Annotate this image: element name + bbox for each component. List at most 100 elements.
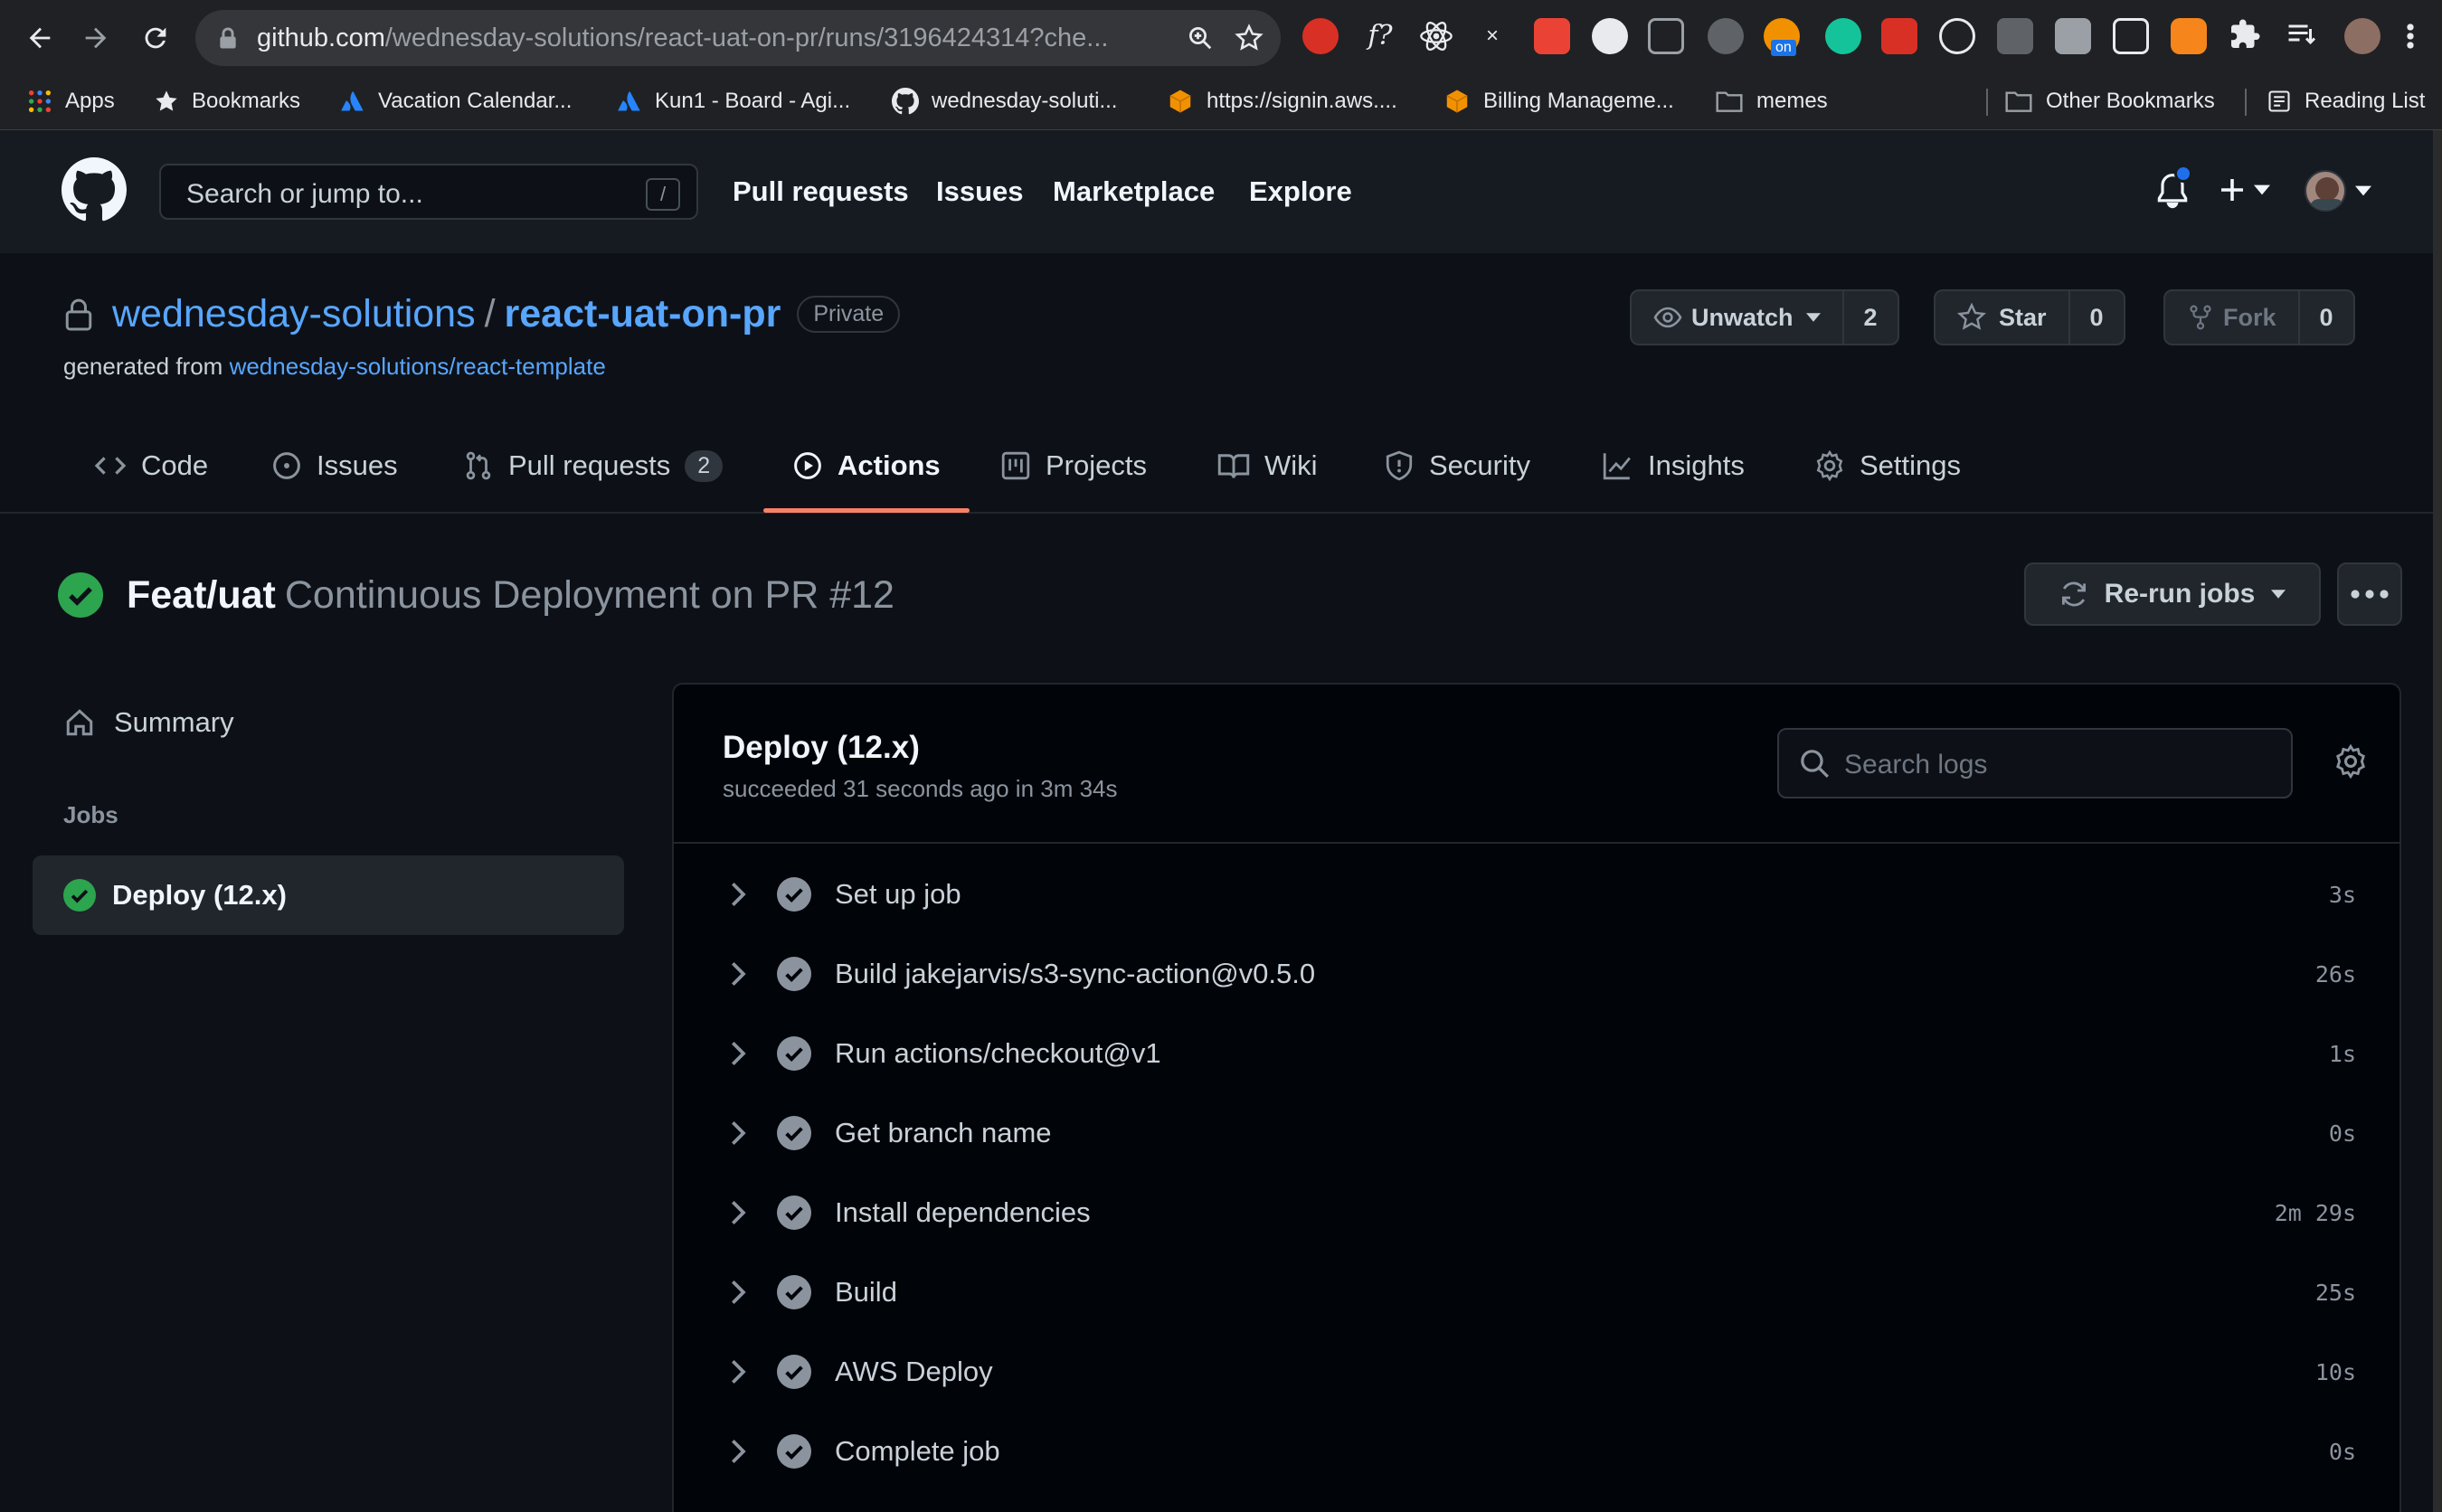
bookmark-memes[interactable]: memes bbox=[1715, 83, 1828, 119]
template-repo-link[interactable]: wednesday-solutions/react-template bbox=[230, 353, 606, 380]
rerun-jobs-button[interactable]: Re-run jobs bbox=[2024, 562, 2321, 626]
bookmark-kun1-board[interactable]: Kun1 - Board - Agi... bbox=[617, 83, 850, 119]
nav-pull-requests[interactable]: Pull requests bbox=[733, 175, 909, 208]
tab-wiki[interactable]: Wiki bbox=[1217, 436, 1318, 496]
bookmark-aws-signin[interactable]: https://signin.aws.... bbox=[1167, 83, 1397, 119]
chevron-right-icon bbox=[732, 1360, 746, 1384]
tab-code[interactable]: Code bbox=[94, 436, 208, 496]
bookmark-other-bookmarks[interactable]: Other Bookmarks bbox=[2004, 83, 2215, 119]
bookmark-apps[interactable]: Apps bbox=[27, 83, 115, 119]
bookmark-wednesday-solutions[interactable]: wednesday-soluti... bbox=[892, 83, 1117, 119]
search-icon bbox=[1801, 750, 1830, 779]
log-step[interactable]: Install dependencies 2m 29s bbox=[674, 1173, 2399, 1252]
extensions-puzzle-icon[interactable] bbox=[2229, 18, 2265, 54]
log-step[interactable]: Complete job 0s bbox=[674, 1412, 2399, 1491]
star-button-group: Star 0 bbox=[1934, 289, 2125, 345]
bookmark-star-icon[interactable] bbox=[1234, 23, 1264, 53]
log-step[interactable]: Run actions/checkout@v1 1s bbox=[674, 1014, 2399, 1093]
step-success-icon bbox=[777, 1275, 811, 1309]
bookmark-bookmarks[interactable]: Bookmarks bbox=[154, 83, 300, 119]
run-description: Continuous Deployment on PR #12 bbox=[284, 572, 894, 617]
atlassian-icon bbox=[341, 91, 364, 111]
run-branch: Feat/uat bbox=[127, 572, 276, 617]
create-new-button[interactable] bbox=[2218, 175, 2270, 204]
step-success-icon bbox=[777, 877, 811, 912]
extension-lastpass-icon[interactable] bbox=[1881, 18, 1917, 54]
extension-incognito-icon[interactable] bbox=[1708, 18, 1744, 54]
pull-requests-counter: 2 bbox=[685, 449, 724, 482]
watch-count[interactable]: 2 bbox=[1841, 291, 1898, 344]
star-button[interactable]: Star bbox=[1936, 291, 2068, 344]
tab-projects[interactable]: Projects bbox=[1000, 436, 1147, 496]
bookmark-reading-list[interactable]: Reading List bbox=[2267, 83, 2425, 119]
star-count[interactable]: 0 bbox=[2068, 291, 2124, 344]
bookmark-vacation-calendar[interactable]: Vacation Calendar... bbox=[340, 83, 572, 119]
bookmark-billing-management[interactable]: Billing Manageme... bbox=[1443, 83, 1674, 119]
unwatch-button[interactable]: Unwatch bbox=[1632, 291, 1842, 344]
active-tab-indicator bbox=[763, 508, 970, 513]
tab-security[interactable]: Security bbox=[1384, 436, 1530, 496]
chevron-right-icon bbox=[732, 1201, 746, 1224]
tab-issues[interactable]: Issues bbox=[271, 436, 398, 496]
chevron-right-icon bbox=[732, 962, 746, 986]
fork-button[interactable]: Fork bbox=[2165, 291, 2298, 344]
bookmarks-divider bbox=[1986, 89, 1988, 116]
extension-puzzle-app-icon[interactable] bbox=[2055, 18, 2091, 54]
repo-owner-link[interactable]: wednesday-solutions bbox=[112, 292, 476, 336]
extension-circle-icon[interactable] bbox=[1592, 18, 1628, 54]
extension-target-icon[interactable] bbox=[1939, 18, 1975, 54]
chevron-right-icon bbox=[732, 1440, 746, 1463]
extension-code-icon[interactable] bbox=[1997, 18, 2033, 54]
sidebar-job-deploy[interactable]: Deploy (12.x) bbox=[33, 855, 624, 935]
window-scrollbar[interactable] bbox=[2433, 130, 2442, 1512]
extension-react-icon[interactable] bbox=[1418, 18, 1454, 54]
log-step[interactable]: Build jakejarvis/s3-sync-action@v0.5.0 2… bbox=[674, 934, 2399, 1014]
global-search-input[interactable]: Search or jump to... / bbox=[159, 164, 698, 220]
extension-grammarly-icon[interactable] bbox=[1825, 18, 1861, 54]
reading-list-icon[interactable] bbox=[2285, 18, 2321, 54]
notifications-button[interactable] bbox=[2154, 165, 2192, 216]
generated-from: generated from wednesday-solutions/react… bbox=[63, 353, 606, 380]
sidebar-summary-link[interactable]: Summary bbox=[63, 702, 234, 743]
repo-title: wednesday-solutions / react-uat-on-pr Pr… bbox=[63, 289, 901, 338]
log-step[interactable]: Set up job 3s bbox=[674, 855, 2399, 934]
extension-x-icon[interactable]: × bbox=[1474, 18, 1510, 54]
log-step[interactable]: AWS Deploy 10s bbox=[674, 1332, 2399, 1412]
browser-menu-icon[interactable] bbox=[2406, 18, 2418, 54]
forward-button[interactable] bbox=[74, 16, 118, 60]
extension-pdf-icon[interactable] bbox=[1534, 18, 1570, 54]
repo-name-link[interactable]: react-uat-on-pr bbox=[505, 292, 781, 336]
code-icon bbox=[94, 457, 127, 475]
extension-c-icon[interactable] bbox=[1648, 18, 1684, 54]
nav-issues[interactable]: Issues bbox=[936, 175, 1024, 208]
extension-adblock-icon[interactable] bbox=[1302, 18, 1339, 54]
log-step[interactable]: Get branch name 0s bbox=[674, 1093, 2399, 1173]
log-step[interactable]: Build 25s bbox=[674, 1252, 2399, 1332]
step-success-icon bbox=[777, 1116, 811, 1150]
extension-media-icon[interactable] bbox=[2113, 18, 2149, 54]
log-settings-gear-icon[interactable] bbox=[2333, 744, 2368, 779]
kebab-horizontal-icon bbox=[2351, 590, 2389, 599]
fork-count[interactable]: 0 bbox=[2297, 291, 2353, 344]
profile-avatar[interactable] bbox=[2344, 18, 2380, 54]
back-button[interactable] bbox=[18, 16, 62, 60]
avatar bbox=[2305, 170, 2346, 212]
extension-formula-icon[interactable]: f? bbox=[1362, 18, 1398, 54]
nav-marketplace[interactable]: Marketplace bbox=[1053, 175, 1215, 208]
tab-settings[interactable]: Settings bbox=[1814, 436, 1961, 496]
address-bar[interactable]: github.com/wednesday-solutions/react-uat… bbox=[195, 10, 1281, 66]
issue-icon bbox=[273, 452, 300, 479]
tab-pull-requests[interactable]: Pull requests 2 bbox=[463, 436, 724, 496]
user-menu-button[interactable] bbox=[2305, 170, 2371, 212]
tab-actions[interactable]: Actions bbox=[792, 436, 941, 496]
job-log-panel: Deploy (12.x) succeeded 31 seconds ago i… bbox=[672, 683, 2401, 1512]
extension-avatar-icon[interactable]: on bbox=[1764, 18, 1800, 56]
search-logs-input[interactable]: Search logs bbox=[1777, 728, 2293, 799]
github-logo-icon[interactable] bbox=[62, 157, 127, 222]
url-text: github.com/wednesday-solutions/react-uat… bbox=[257, 24, 1109, 52]
reload-button[interactable] bbox=[134, 16, 177, 60]
nav-explore[interactable]: Explore bbox=[1249, 175, 1352, 208]
more-options-button[interactable] bbox=[2337, 562, 2402, 626]
extension-metamask-icon[interactable] bbox=[2171, 18, 2207, 54]
tab-insights[interactable]: Insights bbox=[1601, 436, 1745, 496]
